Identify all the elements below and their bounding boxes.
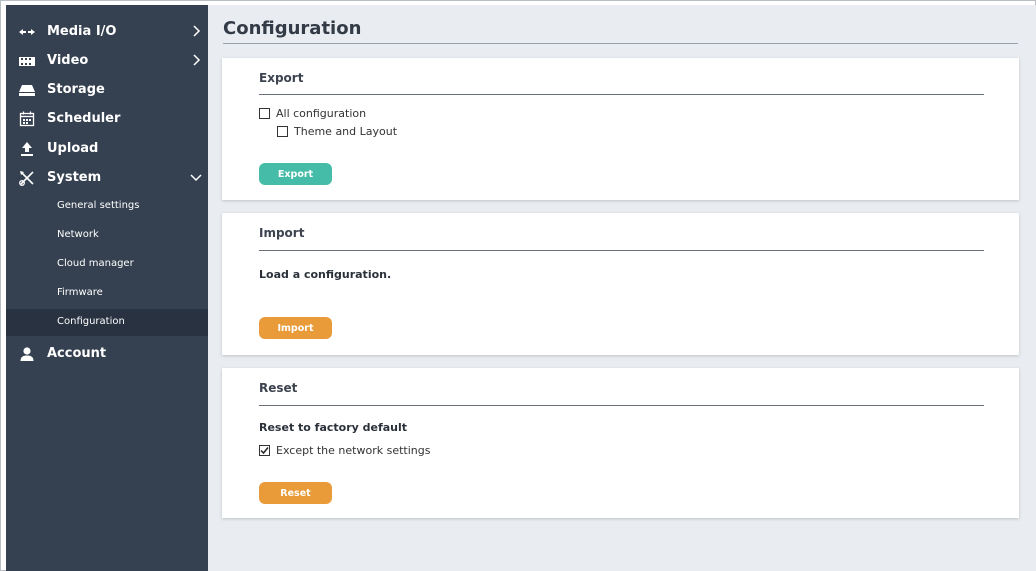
chevron-right-icon xyxy=(189,53,203,67)
sidebar-subitem-label: Network xyxy=(57,229,99,240)
sidebar-item-label: Upload xyxy=(47,141,99,156)
import-title: Import xyxy=(259,226,305,240)
except-network-checkbox[interactable] xyxy=(259,445,270,456)
theme-layout-label: Theme and Layout xyxy=(294,125,398,138)
except-network-checkbox-row[interactable]: Except the network settings xyxy=(259,444,430,457)
page-title: Configuration xyxy=(223,18,362,39)
user-icon xyxy=(18,345,36,363)
export-button[interactable]: Export xyxy=(259,163,332,185)
sidebar-item-label: Storage xyxy=(47,82,105,97)
export-card: Export All configuration Theme and Layou… xyxy=(222,58,1019,200)
chevron-right-icon xyxy=(189,24,203,38)
storage-icon xyxy=(18,81,36,99)
import-card: Import Load a configuration. Import xyxy=(222,213,1019,355)
reset-divider xyxy=(259,405,984,406)
reset-description: Reset to factory default xyxy=(259,421,408,434)
import-description: Load a configuration. xyxy=(259,268,392,281)
reset-card: Reset Reset to factory default Except th… xyxy=(222,368,1019,518)
sidebar: Media I/O Video Storage Scheduler Upload… xyxy=(6,5,208,571)
title-divider xyxy=(223,43,1018,44)
sidebar-item-label: Media I/O xyxy=(47,24,117,39)
sidebar-item-label: Scheduler xyxy=(47,111,121,126)
except-network-label: Except the network settings xyxy=(276,444,431,457)
sidebar-subitem-firmware[interactable]: Firmware xyxy=(6,280,208,307)
sidebar-subitem-label: General settings xyxy=(57,200,140,211)
sidebar-subitem-network[interactable]: Network xyxy=(6,222,208,249)
sidebar-item-account[interactable]: Account xyxy=(6,339,208,368)
sidebar-subitem-label: Cloud manager xyxy=(57,258,134,269)
sidebar-subitem-cloud-manager[interactable]: Cloud manager xyxy=(6,251,208,278)
chevron-down-icon xyxy=(189,171,203,185)
export-title: Export xyxy=(259,71,304,85)
video-icon xyxy=(18,52,36,70)
sidebar-item-storage[interactable]: Storage xyxy=(6,75,208,104)
all-configuration-label: All configuration xyxy=(276,107,367,120)
reset-button[interactable]: Reset xyxy=(259,482,332,504)
sidebar-subitem-general-settings[interactable]: General settings xyxy=(6,193,208,220)
sidebar-item-label: Account xyxy=(47,346,107,361)
tools-icon xyxy=(18,169,36,187)
sidebar-item-upload[interactable]: Upload xyxy=(6,134,208,163)
sidebar-item-label: Video xyxy=(47,53,89,68)
sidebar-subitem-configuration[interactable]: Configuration xyxy=(6,309,208,336)
sidebar-item-scheduler[interactable]: Scheduler xyxy=(6,104,208,133)
theme-layout-checkbox-row[interactable]: Theme and Layout xyxy=(277,125,397,138)
all-configuration-checkbox[interactable] xyxy=(259,108,270,119)
sidebar-subitem-label: Firmware xyxy=(57,287,103,298)
media-io-icon xyxy=(18,23,36,41)
sidebar-item-label: System xyxy=(47,170,102,185)
upload-icon xyxy=(18,140,36,158)
main-content: Configuration Export All configuration T… xyxy=(208,5,1036,571)
export-divider xyxy=(259,94,984,95)
calendar-icon xyxy=(18,110,36,128)
import-divider xyxy=(259,250,984,251)
sidebar-subitem-label: Configuration xyxy=(57,316,125,327)
sidebar-item-media-io[interactable]: Media I/O xyxy=(6,17,208,46)
theme-layout-checkbox[interactable] xyxy=(277,126,288,137)
sidebar-item-video[interactable]: Video xyxy=(6,46,208,75)
all-configuration-checkbox-row[interactable]: All configuration xyxy=(259,107,366,120)
import-button[interactable]: Import xyxy=(259,317,332,339)
reset-title: Reset xyxy=(259,381,298,395)
checkmark-icon xyxy=(260,447,269,455)
sidebar-item-system[interactable]: System xyxy=(6,163,208,192)
